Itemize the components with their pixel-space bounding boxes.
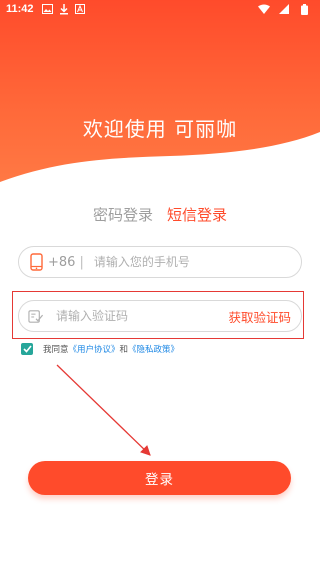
agreement-checkbox[interactable] — [21, 343, 33, 355]
login-button[interactable]: 登录 — [28, 461, 291, 495]
image-icon — [42, 3, 54, 15]
status-time: 11:42 — [6, 3, 34, 15]
agreement-row: 我同意 《用户协议》 和 《隐私政策》 — [21, 343, 179, 355]
tab-sms-login[interactable]: 短信登录 — [167, 202, 227, 227]
verification-code-field: 获取验证码 — [18, 300, 302, 332]
tab-password-login[interactable]: 密码登录 — [93, 202, 153, 227]
hero-banner: 11:42 欢迎使用 可丽咖 — [0, 0, 320, 190]
signal-icon — [278, 3, 290, 15]
prefix-separator: | — [79, 254, 84, 270]
verification-code-input[interactable] — [56, 309, 229, 323]
login-mode-tabs: 密码登录 短信登录 — [0, 202, 320, 227]
country-code[interactable]: +86 — [48, 255, 75, 270]
agreement-prefix: 我同意 — [43, 345, 69, 355]
get-code-button[interactable]: 获取验证码 — [228, 307, 291, 326]
wifi-icon — [258, 3, 270, 15]
phone-icon — [28, 253, 44, 271]
agreement-and: 和 — [119, 345, 129, 355]
edit-icon — [28, 307, 44, 325]
battery-icon — [298, 3, 310, 15]
privacy-policy-link[interactable]: 《隐私政策》 — [128, 343, 179, 355]
phone-field: +86 | — [18, 246, 302, 278]
status-bar: 11:42 — [0, 0, 320, 18]
user-agreement-link[interactable]: 《用户协议》 — [69, 343, 120, 355]
a-icon — [74, 3, 86, 15]
download-icon — [58, 3, 70, 15]
welcome-title: 欢迎使用 可丽咖 — [82, 117, 238, 141]
phone-input[interactable] — [93, 255, 301, 269]
